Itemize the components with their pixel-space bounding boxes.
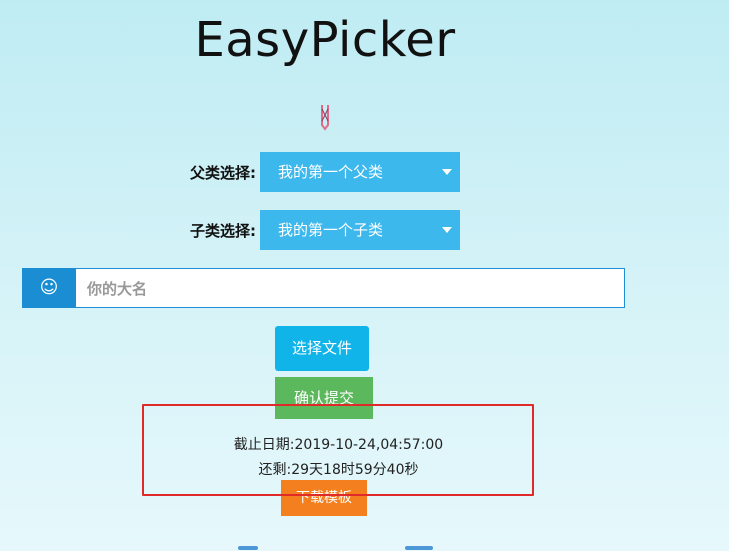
- parent-category-label: 父类选择:: [190, 164, 256, 182]
- child-category-select[interactable]: 我的第一个子类: [260, 210, 460, 250]
- highlight-box: [142, 404, 534, 496]
- chevron-down-icon: [442, 227, 452, 233]
- chevron-down-icon: [442, 169, 452, 175]
- parent-category-select[interactable]: 我的第一个父类: [260, 152, 460, 192]
- name-input[interactable]: [77, 269, 629, 309]
- child-category-label: 子类选择:: [190, 222, 256, 240]
- smiley-icon: ☺: [22, 268, 76, 308]
- parent-category-value: 我的第一个父类: [278, 163, 384, 181]
- choose-file-button[interactable]: 选择文件: [275, 326, 369, 371]
- name-input-group: ☺: [22, 268, 629, 309]
- app-title: EasyPicker: [194, 12, 456, 68]
- logo-icon: [321, 105, 329, 131]
- footer-link-fragment: [238, 546, 258, 550]
- footer-link-fragment: [405, 546, 433, 550]
- child-category-value: 我的第一个子类: [278, 221, 384, 239]
